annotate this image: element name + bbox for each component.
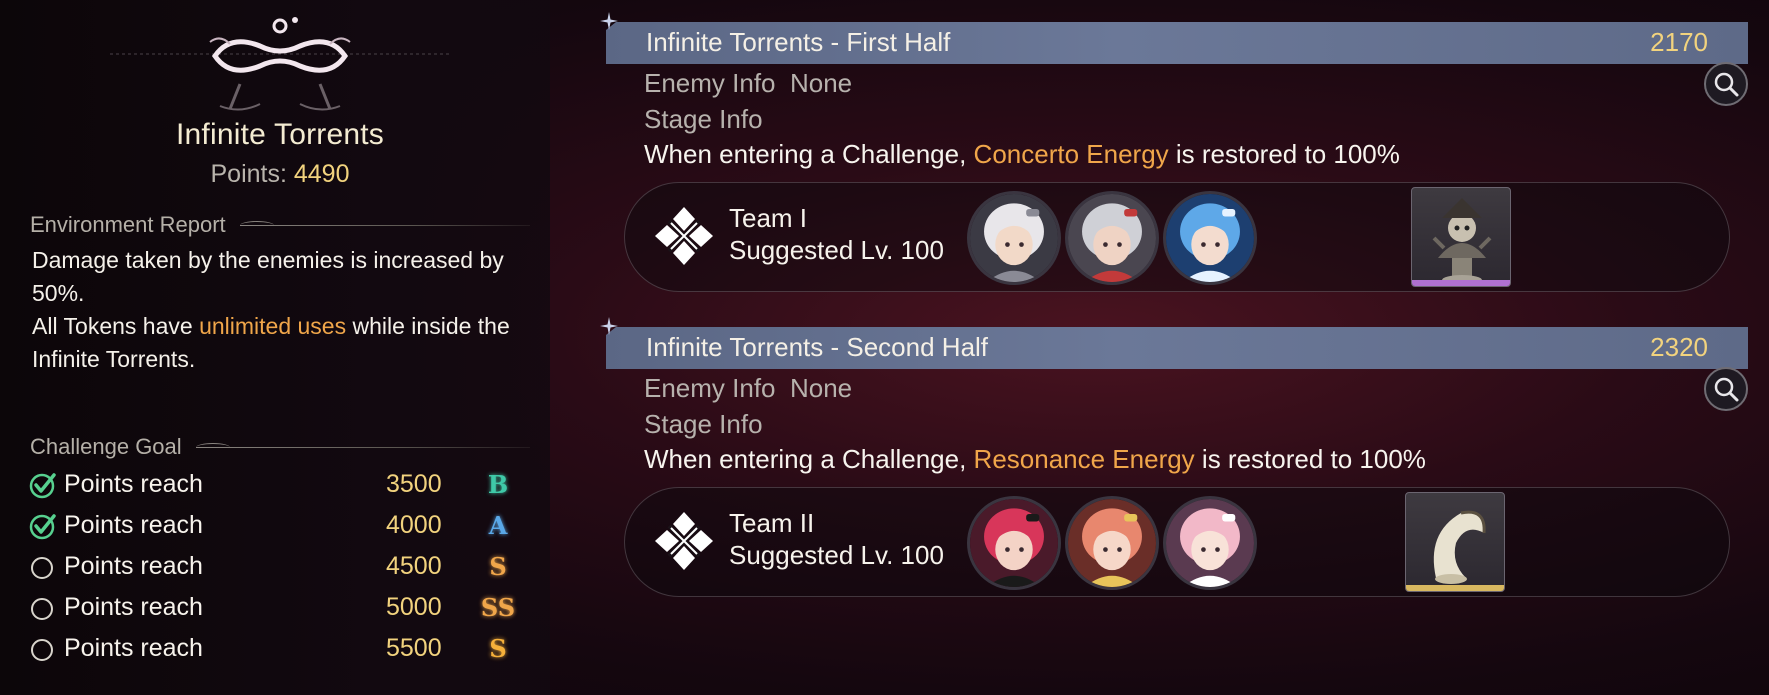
echo-item-slot[interactable]: [1405, 492, 1505, 592]
team-lineup[interactable]: Team II Suggested Lv. 100: [624, 487, 1730, 597]
team-name: Team II: [729, 508, 815, 538]
check-circle-icon: [28, 511, 58, 541]
challenge-goal-row: Points reach 3500 B: [28, 464, 528, 505]
character-avatar[interactable]: [1065, 496, 1159, 590]
half-score: 2320: [1650, 332, 1708, 362]
character-avatar[interactable]: [967, 191, 1061, 285]
env-line2-highlight: unlimited uses: [199, 313, 347, 339]
goal-label: Points reach: [64, 593, 203, 621]
desc-pre: When entering a Challenge,: [644, 139, 974, 169]
stage-title: Infinite Torrents: [176, 118, 384, 151]
stage-info-description: When entering a Challenge, Resonance Ene…: [644, 444, 1426, 475]
enemy-info: Enemy Info None: [644, 373, 852, 404]
environment-line-2: All Tokens have unlimited uses while ins…: [32, 310, 542, 376]
half-title: Infinite Torrents - First Half: [646, 27, 951, 57]
enemy-info-label: Enemy Info: [644, 68, 776, 98]
character-avatar[interactable]: [1163, 496, 1257, 590]
half-score: 2170: [1650, 27, 1708, 57]
sparkle-icon: [600, 12, 618, 30]
challenge-goal-row: Points reach 4500 S: [28, 546, 528, 587]
echo-rarity-bar: [1412, 280, 1510, 286]
character-avatar[interactable]: [1163, 191, 1257, 285]
goal-label: Points reach: [64, 634, 203, 662]
enemy-info: Enemy Info None: [644, 68, 852, 99]
challenge-heading-text: Challenge Goal: [30, 434, 182, 459]
challenge-goal-row: Points reach 5500 S: [28, 628, 528, 669]
points-label: Points:: [210, 160, 287, 188]
echo-rarity-bar: [1406, 585, 1504, 591]
character-avatar[interactable]: [1065, 191, 1159, 285]
desc-post: is restored to 100%: [1168, 139, 1400, 169]
half-header-bar: Infinite Torrents - Second Half 2320: [606, 327, 1748, 369]
enemy-info-value: None: [789, 373, 853, 403]
goal-rank-badge: B: [487, 470, 509, 499]
goal-label: Points reach: [64, 470, 203, 498]
team-suggested-level: Suggested Lv. 100: [729, 235, 944, 265]
environment-line-1: Damage taken by the enemies is increased…: [32, 247, 504, 306]
goal-label: Points reach: [64, 552, 203, 580]
empty-circle-icon: [28, 552, 58, 582]
half-title: Infinite Torrents - Second Half: [646, 332, 989, 362]
search-button[interactable]: [1704, 62, 1748, 106]
crossed-swords-team-icon: [655, 512, 713, 570]
heading-divider: [239, 220, 530, 226]
environment-heading-text: Environment Report: [30, 212, 226, 237]
stage-info-label: Stage Info: [644, 104, 763, 134]
challenge-goal-heading: Challenge Goal: [30, 434, 530, 460]
goal-label: Points reach: [64, 511, 203, 539]
team-suggested-level: Suggested Lv. 100: [729, 540, 944, 570]
half-header-bar: Infinite Torrents - First Half 2170: [606, 22, 1748, 64]
environment-report-text: Damage taken by the enemies is increased…: [32, 244, 542, 376]
challenge-goal-list: Points reach 3500 B Points reach 4000 A Points…: [28, 464, 528, 669]
search-button[interactable]: [1704, 367, 1748, 411]
challenge-goal-row: Points reach 5000 SS: [28, 587, 528, 628]
env-line2-pre: All Tokens have: [32, 313, 200, 339]
sparkle-icon: [600, 317, 618, 335]
enemy-info-value: None: [789, 68, 853, 98]
infinity-emblem-icon: [110, 17, 450, 111]
goal-points-value: 4500: [386, 552, 442, 580]
empty-circle-icon: [28, 634, 58, 664]
goal-points-value: 5500: [386, 634, 442, 662]
enemy-info-label: Enemy Info: [644, 373, 776, 403]
goal-points-value: 3500: [386, 470, 442, 498]
heading-divider: [195, 442, 530, 448]
points-value: 4490: [293, 160, 350, 188]
echo-item-slot[interactable]: [1411, 187, 1511, 287]
crossed-swords-team-icon: [655, 207, 713, 265]
challenge-goal-row: Points reach 4000 A: [28, 505, 528, 546]
stage-points: Points: 4490: [0, 160, 560, 189]
desc-highlight: Resonance Energy: [973, 444, 1195, 474]
goal-rank-badge: S: [489, 552, 507, 581]
empty-circle-icon: [28, 593, 58, 623]
character-avatar[interactable]: [967, 496, 1061, 590]
stage-detail-panel: Infinite Torrents Points: 4490 Environme…: [0, 0, 550, 695]
goal-rank-badge: S: [489, 634, 507, 663]
goal-rank-badge: SS: [480, 593, 516, 622]
team-name: Team I: [729, 203, 808, 233]
search-icon: [1714, 377, 1739, 402]
desc-pre: When entering a Challenge,: [644, 444, 974, 474]
search-icon: [1714, 72, 1739, 97]
stage-info-description: When entering a Challenge, Concerto Ener…: [644, 139, 1400, 170]
desc-highlight: Concerto Energy: [973, 139, 1169, 169]
goal-points-value: 4000: [386, 511, 442, 539]
team-lineup[interactable]: Team I Suggested Lv. 100: [624, 182, 1730, 292]
goal-rank-badge: A: [488, 511, 508, 540]
stage-info-label: Stage Info: [644, 409, 763, 439]
check-circle-icon: [28, 470, 58, 500]
desc-post: is restored to 100%: [1194, 444, 1426, 474]
environment-report-heading: Environment Report: [30, 212, 530, 238]
goal-points-value: 5000: [386, 593, 442, 621]
